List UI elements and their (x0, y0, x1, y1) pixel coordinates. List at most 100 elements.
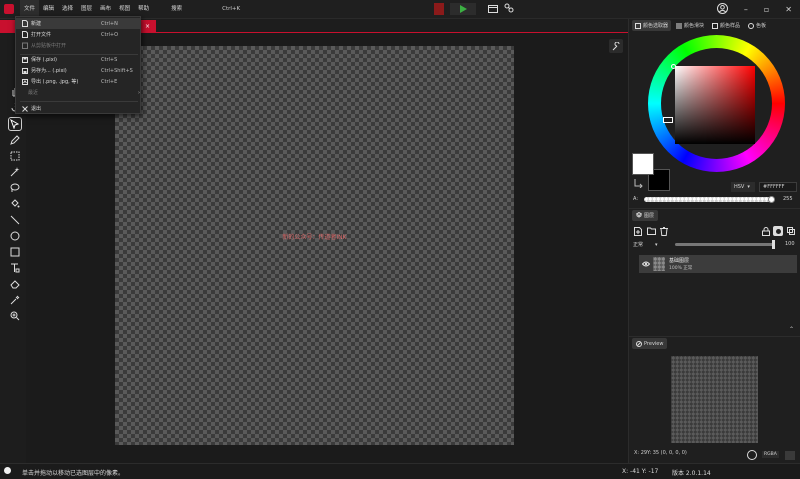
select-move-tool[interactable] (8, 117, 22, 131)
close-window-icon[interactable]: ✕ (785, 5, 792, 14)
folder-icon (646, 227, 656, 235)
opacity-slider-handle[interactable] (772, 240, 775, 249)
saturation-handle[interactable] (671, 64, 676, 69)
layer-meta: 100% 正常 (669, 266, 693, 271)
media-icon[interactable] (488, 4, 498, 15)
circle-icon (10, 231, 20, 241)
color-picker-tool[interactable] (8, 293, 22, 307)
color-mode-select[interactable]: HSV ▾ (731, 182, 755, 192)
tab-layers[interactable]: 图层 (632, 209, 659, 221)
samples-icon (712, 22, 719, 29)
search-bar[interactable]: 搜索 Ctrl+K (167, 0, 240, 19)
tab-preview[interactable]: Preview (632, 338, 668, 349)
delete-layer-button[interactable] (659, 226, 669, 236)
layers-header: 图层 (629, 208, 800, 221)
new-folder-button[interactable] (646, 226, 656, 236)
color-format-toggle[interactable]: RGBA (762, 451, 779, 458)
text-tool[interactable] (8, 261, 22, 275)
line-icon (10, 215, 20, 225)
account-icon[interactable] (716, 3, 728, 16)
merge-layer-button[interactable] (786, 226, 796, 236)
preview-icon (636, 340, 642, 347)
menu-item-export[interactable]: 导出 (.png, .jpg, 等) Ctrl+E (16, 76, 140, 87)
tab-color-sliders[interactable]: 颜色滑块 (673, 20, 707, 31)
eye-icon[interactable] (641, 260, 651, 268)
pen-icon (10, 135, 20, 145)
link-icon[interactable] (504, 3, 514, 15)
trash-icon (660, 226, 668, 236)
lasso-tool[interactable] (8, 181, 22, 195)
rect-select-tool[interactable] (8, 149, 22, 163)
menu-item-save-as[interactable]: 另存为... (.pixi) Ctrl+Shift+S (16, 65, 140, 76)
color-wheel[interactable] (648, 35, 785, 172)
alpha-slider[interactable] (644, 197, 772, 202)
tab-color-samples[interactable]: 颜色样品 (709, 20, 743, 31)
bucket-icon (11, 199, 20, 208)
play-button[interactable] (450, 3, 476, 15)
hex-color-input[interactable]: #FFFFFF (759, 182, 797, 192)
chevron-up-icon[interactable]: ⌃ (789, 326, 794, 333)
rectangle-tool[interactable] (8, 245, 22, 259)
swap-colors-icon[interactable] (634, 178, 644, 189)
pen-tool[interactable] (8, 133, 22, 147)
lock-layer-button[interactable] (761, 226, 771, 236)
status-message: 单击并拖动以移动已选图层中的像素。 (22, 470, 125, 477)
opacity-slider[interactable] (675, 243, 775, 246)
alpha-value: 255 (783, 196, 793, 202)
add-layer-icon (634, 226, 642, 236)
menu-item-open[interactable]: 打开文件 Ctrl+O (16, 29, 140, 40)
preview-options-button[interactable] (785, 451, 795, 460)
chevron-down-icon: ▾ (747, 184, 750, 190)
menu-item-new[interactable]: 新建 Ctrl+N (16, 18, 140, 29)
layer-name: 基础图层 (669, 258, 690, 264)
ellipse-tool[interactable] (8, 229, 22, 243)
minimize-icon[interactable]: – (744, 5, 748, 14)
merge-icon (787, 227, 795, 235)
save-icon (21, 56, 28, 63)
status-indicator (4, 467, 11, 474)
mask-layer-button[interactable] (773, 226, 783, 236)
save-as-icon (21, 67, 28, 74)
layer-item[interactable]: 基础图层 100% 正常 (639, 255, 797, 273)
window-controls: – ▫ ✕ (716, 0, 792, 19)
canvas-watermark-text: 新的公众号：传道者INK (282, 234, 347, 241)
new-layer-button[interactable] (633, 226, 643, 236)
eraser-icon (10, 280, 20, 289)
line-tool[interactable] (8, 213, 22, 227)
menu-item-recent[interactable]: 最近 › (16, 87, 140, 98)
zoom-tool[interactable] (8, 309, 22, 323)
close-tab-icon[interactable]: × (145, 23, 150, 30)
tab-palette[interactable]: 色板 (745, 20, 769, 31)
tab-color-picker[interactable]: 颜色选取器 (632, 20, 672, 31)
menu-separator (20, 101, 138, 102)
square-icon (10, 247, 20, 257)
fill-tool[interactable] (8, 197, 22, 211)
layer-toolbar (633, 226, 797, 236)
stop-button[interactable] (434, 3, 444, 15)
maximize-icon[interactable]: ▫ (764, 5, 769, 14)
text-icon (11, 263, 20, 273)
eraser-tool[interactable] (8, 277, 22, 291)
cursor-coordinates: X: -41 Y: -17 (622, 468, 659, 475)
cursor-icon (10, 119, 20, 129)
preview-image (671, 356, 758, 443)
canvas-settings-button[interactable] (609, 39, 623, 53)
search-label: 搜索 (171, 5, 183, 12)
primary-color-swatch[interactable] (632, 153, 654, 175)
search-shortcut: Ctrl+K (222, 6, 241, 12)
blend-mode-select[interactable]: 正常 ▾ (633, 240, 669, 249)
menu-item-exit[interactable]: 退出 (16, 103, 140, 114)
magic-wand-tool[interactable] (8, 165, 22, 179)
play-icon (460, 5, 467, 13)
lock-icon (762, 226, 770, 236)
hue-handle[interactable] (663, 117, 673, 123)
drawing-canvas[interactable]: 新的公众号：传道者INK (115, 46, 514, 445)
run-controls (434, 3, 514, 15)
mask-icon (775, 228, 781, 234)
close-icon (21, 105, 28, 112)
menu-item-open-clipboard[interactable]: 从剪贴板中打开 (16, 40, 140, 51)
menu-item-save[interactable]: 保存 (.pixi) Ctrl+S (16, 54, 140, 65)
saturation-value-square[interactable] (675, 66, 755, 144)
alpha-slider-handle[interactable] (768, 196, 775, 203)
chevron-down-icon: ▾ (655, 241, 658, 248)
